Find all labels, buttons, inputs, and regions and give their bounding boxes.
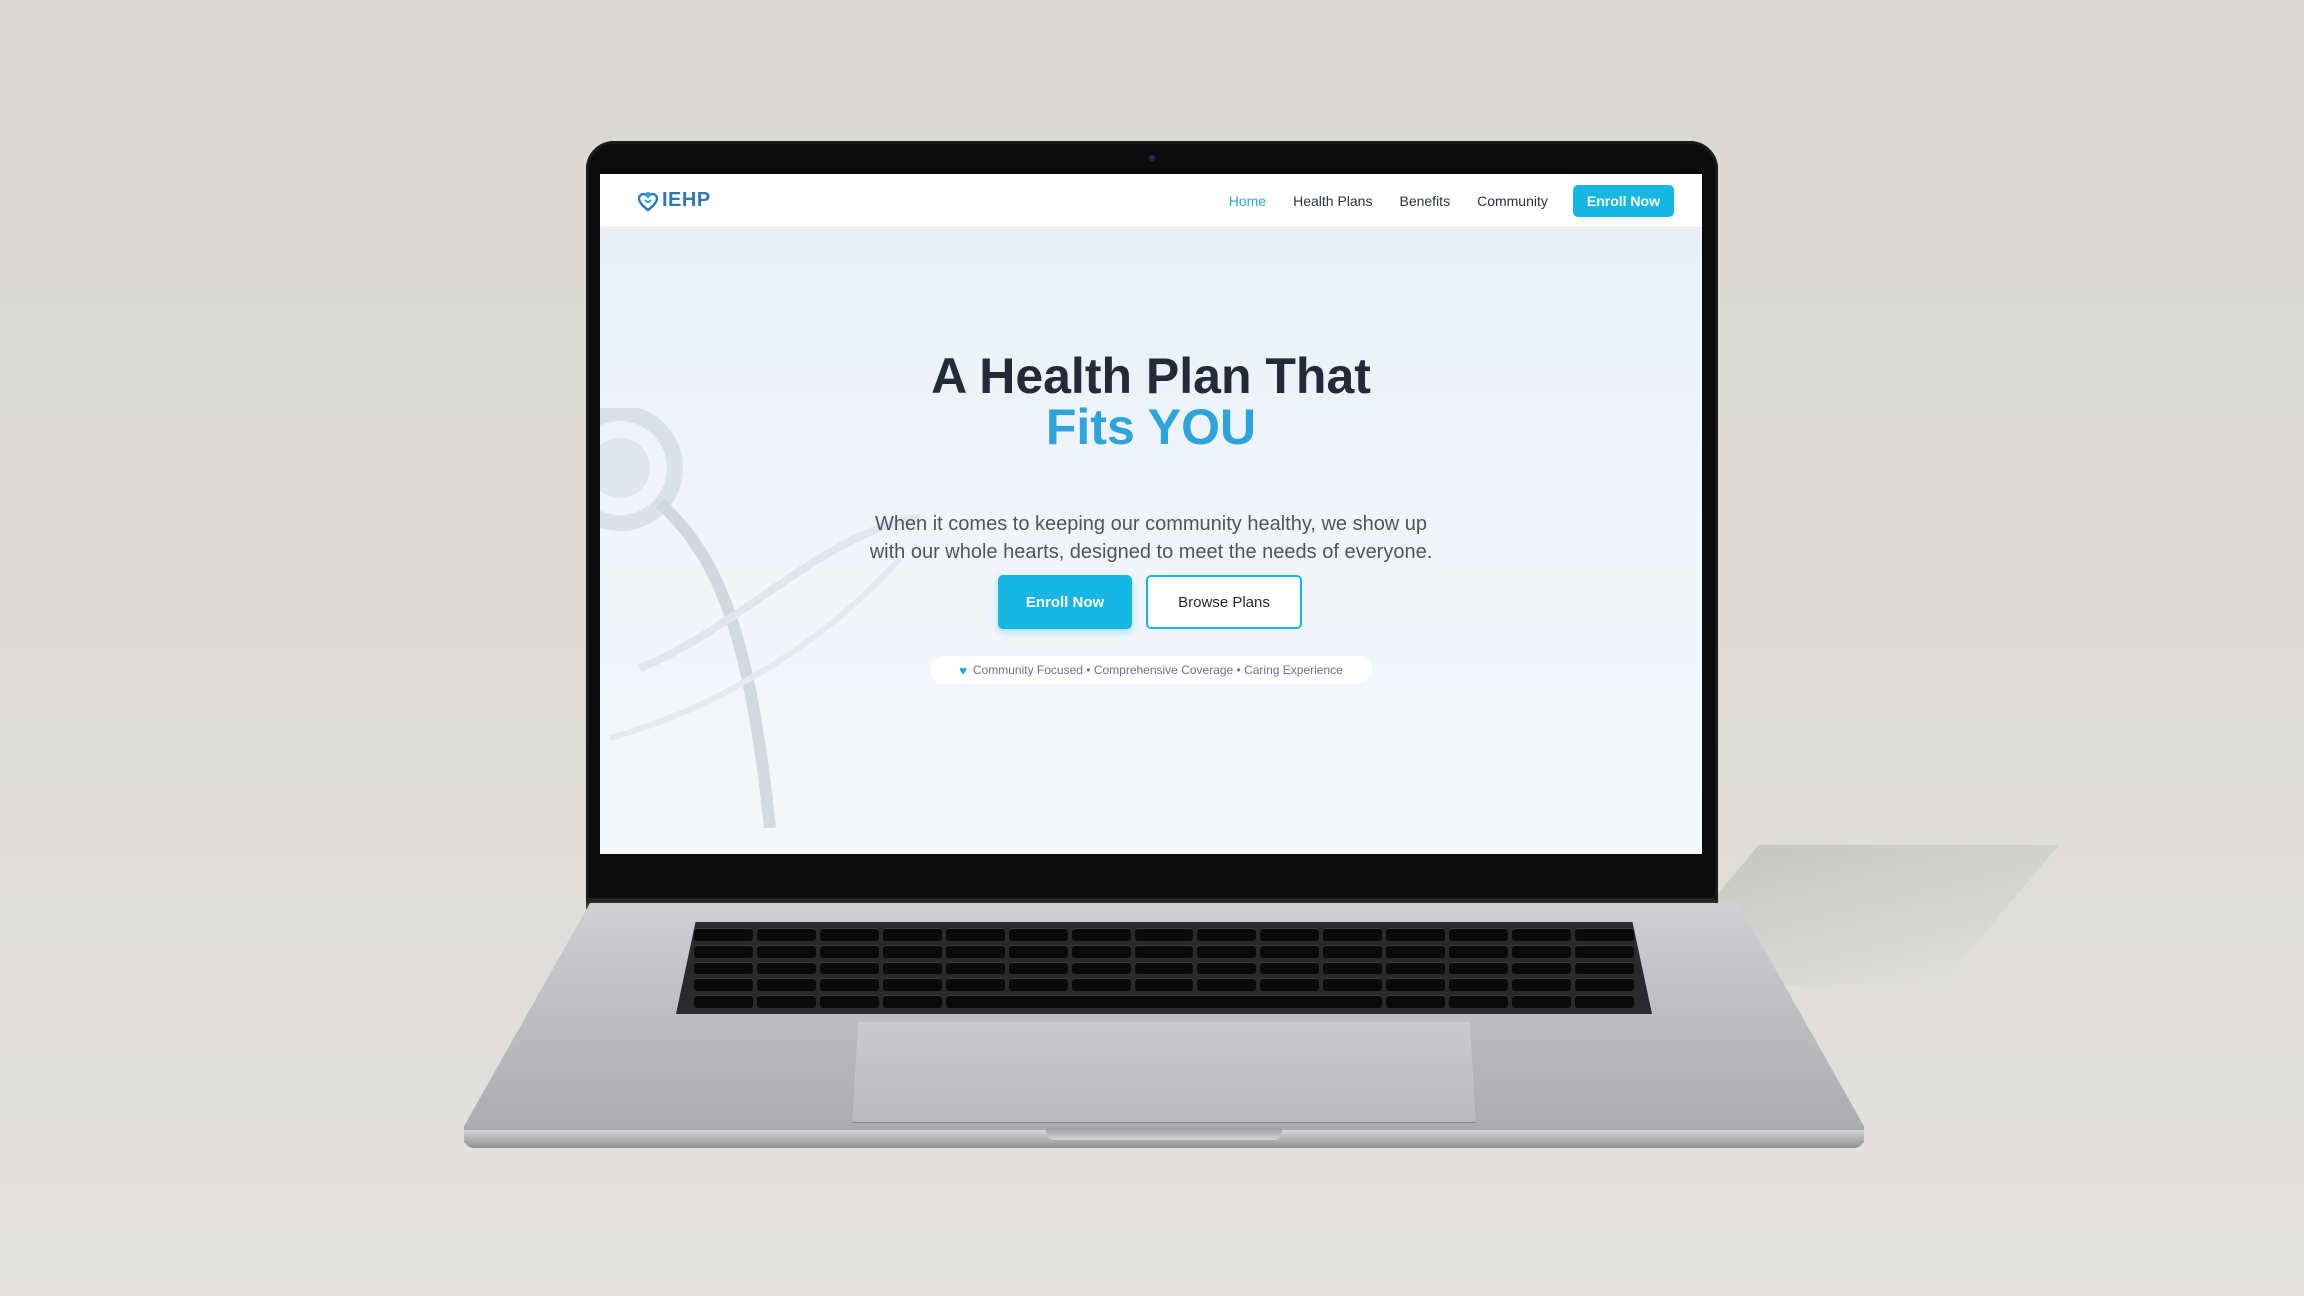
site-header: IEHP Home Health Plans Benefits Communit… [600, 174, 1702, 228]
nav-enroll-button[interactable]: Enroll Now [1572, 184, 1674, 217]
keyboard-key [1449, 995, 1509, 1008]
keyboard-key [1575, 928, 1634, 941]
nav-home[interactable]: Home [1229, 193, 1266, 209]
keyboard-key [1386, 961, 1446, 975]
keyboard-key [694, 978, 753, 992]
keyboard-key [819, 944, 879, 958]
keyboard-key [1323, 961, 1383, 975]
stethoscope-icon [600, 408, 921, 828]
enroll-now-button[interactable]: Enroll Now [998, 575, 1132, 629]
hero-subtitle-line2: with our whole hearts, designed to meet … [869, 541, 1433, 563]
keyboard-key [1323, 928, 1383, 941]
hero-title-line2: Fits YOU [1045, 399, 1257, 455]
keyboard-key [1512, 978, 1572, 992]
keyboard-key [756, 978, 816, 992]
keyboard-key [1449, 928, 1509, 941]
keyboard-key [1197, 978, 1257, 992]
keyboard-key [1071, 961, 1131, 975]
keyboard-key [1134, 928, 1194, 941]
keyboard-key [945, 944, 1005, 958]
browse-plans-button[interactable]: Browse Plans [1146, 575, 1302, 629]
keyboard-key [1512, 944, 1572, 958]
nav-benefits[interactable]: Benefits [1399, 193, 1450, 209]
keyboard-key [882, 928, 942, 941]
keyboard-key [1134, 978, 1194, 992]
keyboard-key [882, 961, 942, 975]
nav-community[interactable]: Community [1477, 193, 1548, 209]
keyboard-key [1260, 928, 1320, 941]
camera-icon [1149, 155, 1155, 161]
keyboard-key [1575, 995, 1634, 1008]
keyboard-key [1449, 944, 1509, 958]
keyboard-key [1008, 928, 1068, 941]
keyboard-key [945, 961, 1005, 975]
keyboard-key [1512, 995, 1572, 1008]
keyboard-key [756, 928, 816, 941]
keyboard-key [882, 944, 942, 958]
keyboard-key [1071, 978, 1131, 992]
keyboard-key [1449, 978, 1509, 992]
keyboard-key [1134, 944, 1194, 958]
laptop-screen: IEHP Home Health Plans Benefits Communit… [600, 174, 1702, 854]
keyboard-key [1386, 928, 1446, 941]
keyboard-key [1071, 944, 1131, 958]
keyboard-key [819, 978, 879, 992]
keyboard-key [1386, 944, 1446, 958]
logo-text: IEHP [662, 189, 711, 211]
keyboard-key [1134, 961, 1194, 975]
keyboard-key [1260, 978, 1320, 992]
keyboard-key [694, 961, 753, 975]
keyboard-key [1008, 944, 1068, 958]
tagline-text: Community Focused • Comprehensive Covera… [972, 663, 1343, 677]
keyboard-key [1260, 944, 1320, 958]
keyboard-key [882, 995, 942, 1008]
keyboard-key [1197, 961, 1257, 975]
keyboard-key [1071, 928, 1131, 941]
keyboard-key [756, 944, 816, 958]
laptop-keyboard [676, 922, 1652, 1014]
keyboard-key [1386, 978, 1446, 992]
keyboard-key [1323, 944, 1383, 958]
keyboard-key [945, 928, 1005, 941]
main-nav: Home Health Plans Benefits Community Enr… [1229, 184, 1674, 217]
keyboard-key [1197, 944, 1257, 958]
heart-person-icon [637, 191, 659, 212]
hero-section: A Health Plan That Fits YOU When it come… [600, 228, 1702, 854]
keyboard-key [1008, 978, 1068, 992]
keyboard-key [694, 995, 753, 1008]
keyboard-key [1260, 961, 1320, 975]
keyboard-key [882, 978, 942, 992]
site-logo[interactable]: IEHP [636, 189, 711, 213]
keyboard-key [1197, 928, 1257, 941]
keyboard-key [1575, 961, 1634, 975]
keyboard-key [819, 995, 879, 1008]
spacebar-key [945, 995, 1383, 1008]
keyboard-key [1449, 961, 1509, 975]
keyboard-key [1575, 944, 1634, 958]
nav-health-plans[interactable]: Health Plans [1293, 193, 1372, 209]
laptop-trackpad [852, 1022, 1476, 1123]
keyboard-key [819, 961, 879, 975]
keyboard-key [1386, 995, 1446, 1008]
keyboard-key [756, 995, 816, 1008]
heart-icon: ♥ [959, 662, 967, 678]
keyboard-key [945, 978, 1005, 992]
hero-subtitle-line1: When it comes to keeping our community h… [874, 513, 1428, 535]
keyboard-key [1512, 961, 1572, 975]
keyboard-key [819, 928, 879, 941]
keyboard-key [1008, 961, 1068, 975]
tagline-badge: ♥ Community Focused • Comprehensive Cove… [930, 656, 1372, 684]
keyboard-key [694, 928, 753, 941]
keyboard-key [1323, 978, 1383, 992]
laptop-notch [1046, 1128, 1282, 1140]
hero-title-line1: A Health Plan That [931, 348, 1371, 404]
keyboard-key [756, 961, 816, 975]
keyboard-key [1575, 978, 1634, 992]
keyboard-key [1512, 928, 1572, 941]
keyboard-key [694, 944, 753, 958]
